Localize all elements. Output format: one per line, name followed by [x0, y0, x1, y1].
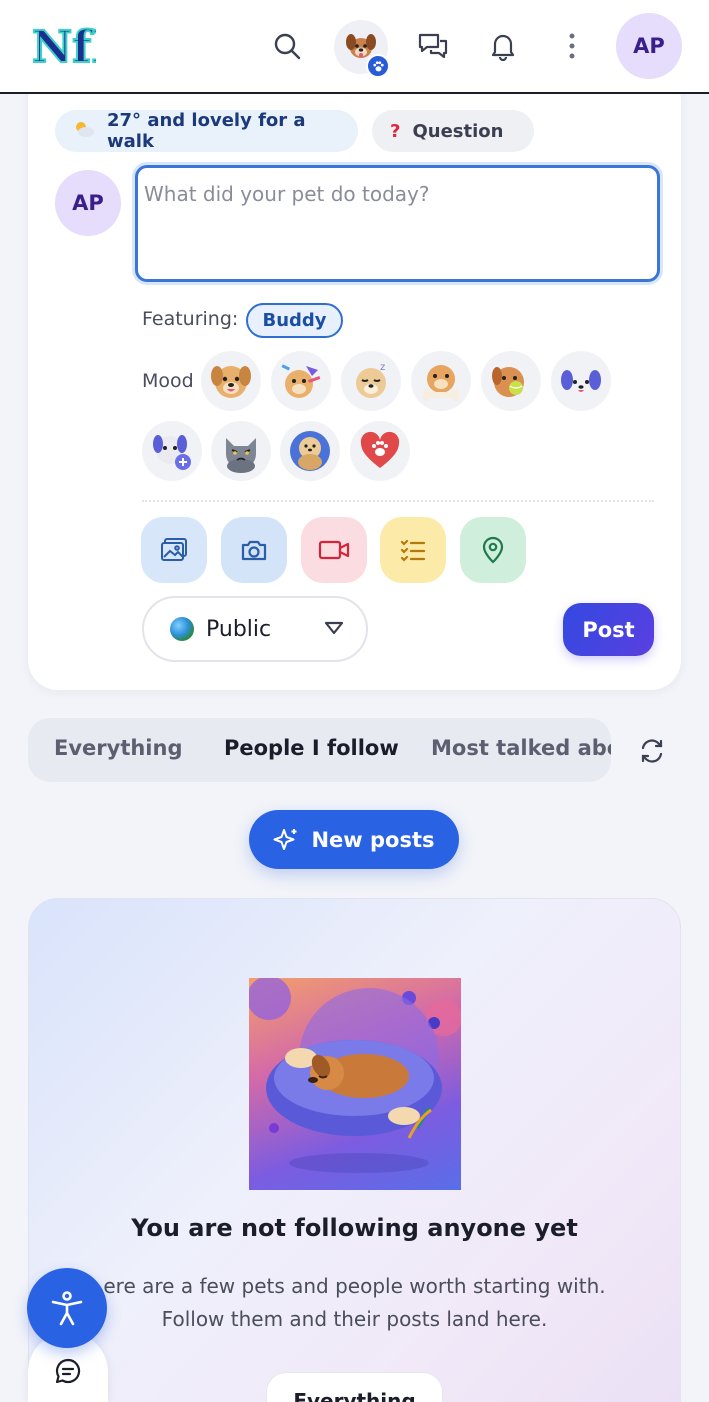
new-posts-button[interactable]: New posts: [249, 810, 459, 869]
video-camera-icon: [318, 540, 350, 560]
tab-everything[interactable]: Everything: [54, 736, 183, 760]
sun-cloud-icon: [73, 120, 95, 143]
app-logo[interactable]: NfP: [30, 18, 125, 74]
empty-state-title: You are not following anyone yet: [131, 1214, 578, 1242]
paw-icon: [372, 60, 384, 71]
post-text-input[interactable]: [135, 165, 660, 282]
new-posts-label: New posts: [311, 827, 435, 852]
happy-dog-icon: [211, 366, 251, 398]
sparkle-icon: [273, 828, 297, 850]
party-dog-icon: [281, 364, 321, 398]
accessibility-icon: [51, 1291, 83, 1326]
refresh-feed-button[interactable]: [637, 736, 667, 766]
question-chip[interactable]: ? Question: [372, 110, 534, 152]
search-icon: [274, 33, 301, 60]
composer-divider: [142, 500, 654, 502]
mood-playful-dog[interactable]: [551, 351, 611, 411]
gallery-icon: [161, 538, 187, 561]
empty-state-subtitle: ere are a few pets and people worth star…: [60, 1270, 649, 1336]
camera-icon: [241, 540, 267, 561]
bell-icon: [491, 34, 515, 61]
empty-state-subtitle-line2: Follow them and their posts land here.: [161, 1307, 548, 1331]
featuring-label: Featuring:: [142, 308, 239, 330]
user-avatar[interactable]: AP: [616, 13, 682, 79]
app-header: NfP AP: [0, 0, 709, 94]
take-photo-button[interactable]: [221, 517, 287, 583]
question-mark-icon: ?: [390, 120, 401, 142]
checklist-icon: [400, 539, 426, 562]
playful-dog-icon: [561, 370, 601, 396]
mood-sick-dog[interactable]: [142, 421, 202, 481]
add-photos-button[interactable]: [141, 517, 207, 583]
ball-dog-icon: [492, 367, 524, 397]
map-pin-icon: [482, 536, 504, 564]
add-video-button[interactable]: [301, 517, 367, 583]
weather-chip[interactable]: 27° and lovely for a walk: [55, 110, 358, 152]
messages-button[interactable]: [409, 22, 457, 70]
weather-chip-label: 27° and lovely for a walk: [107, 110, 306, 152]
mood-cuddly-dog[interactable]: [280, 421, 340, 481]
composer-avatar: AP: [55, 170, 121, 236]
mood-happy-dog[interactable]: [201, 351, 261, 411]
accessibility-button[interactable]: [27, 1268, 107, 1348]
mood-bone-dog[interactable]: [411, 351, 471, 411]
empty-state-subtitle-line1: ere are a few pets and people worth star…: [103, 1274, 606, 1298]
sleepy-dog-icon: z: [356, 362, 386, 398]
tab-people-i-follow[interactable]: People I follow: [224, 736, 399, 760]
chevron-down-icon: [324, 621, 344, 635]
add-checklist-button[interactable]: [380, 517, 446, 583]
more-vertical-icon: [569, 33, 575, 59]
feed-tabs: Everything People I follow Most talked a…: [28, 718, 611, 782]
cuddly-dog-icon: [290, 431, 330, 471]
bone-dog-icon: [422, 365, 460, 402]
pet-switcher-button[interactable]: [334, 20, 390, 78]
more-menu-button[interactable]: [548, 22, 596, 70]
privacy-select[interactable]: Public: [142, 596, 368, 662]
notifications-button[interactable]: [479, 22, 527, 70]
everything-button[interactable]: Everything: [266, 1372, 443, 1402]
mood-paw-heart[interactable]: [350, 421, 410, 481]
sleeping-dog-illustration: [249, 978, 461, 1190]
grumpy-cat-icon: [226, 438, 256, 473]
globe-icon: [170, 617, 194, 641]
paw-heart-icon: [360, 431, 400, 468]
mood-party-dog[interactable]: [271, 351, 331, 411]
post-button[interactable]: Post: [563, 603, 654, 656]
logo-text: NfP: [32, 22, 96, 72]
chat-bubbles-icon: [418, 33, 448, 59]
refresh-icon: [641, 739, 663, 763]
add-location-button[interactable]: [460, 517, 526, 583]
question-chip-label: Question: [412, 120, 504, 142]
chat-bubble-icon: [55, 1358, 81, 1384]
svg-text:z: z: [380, 362, 385, 373]
mood-grumpy-cat[interactable]: [211, 421, 271, 481]
mood-ball-dog[interactable]: [481, 351, 541, 411]
sick-dog-icon: [153, 435, 191, 470]
search-button[interactable]: [263, 22, 311, 70]
mood-sleepy-dog[interactable]: z: [341, 351, 401, 411]
paw-badge: [366, 54, 390, 78]
tab-most-talked-about[interactable]: Most talked abo: [431, 736, 611, 760]
featured-pet-chip[interactable]: Buddy: [246, 303, 343, 338]
privacy-value: Public: [206, 616, 272, 642]
mood-label: Mood: [142, 370, 194, 392]
